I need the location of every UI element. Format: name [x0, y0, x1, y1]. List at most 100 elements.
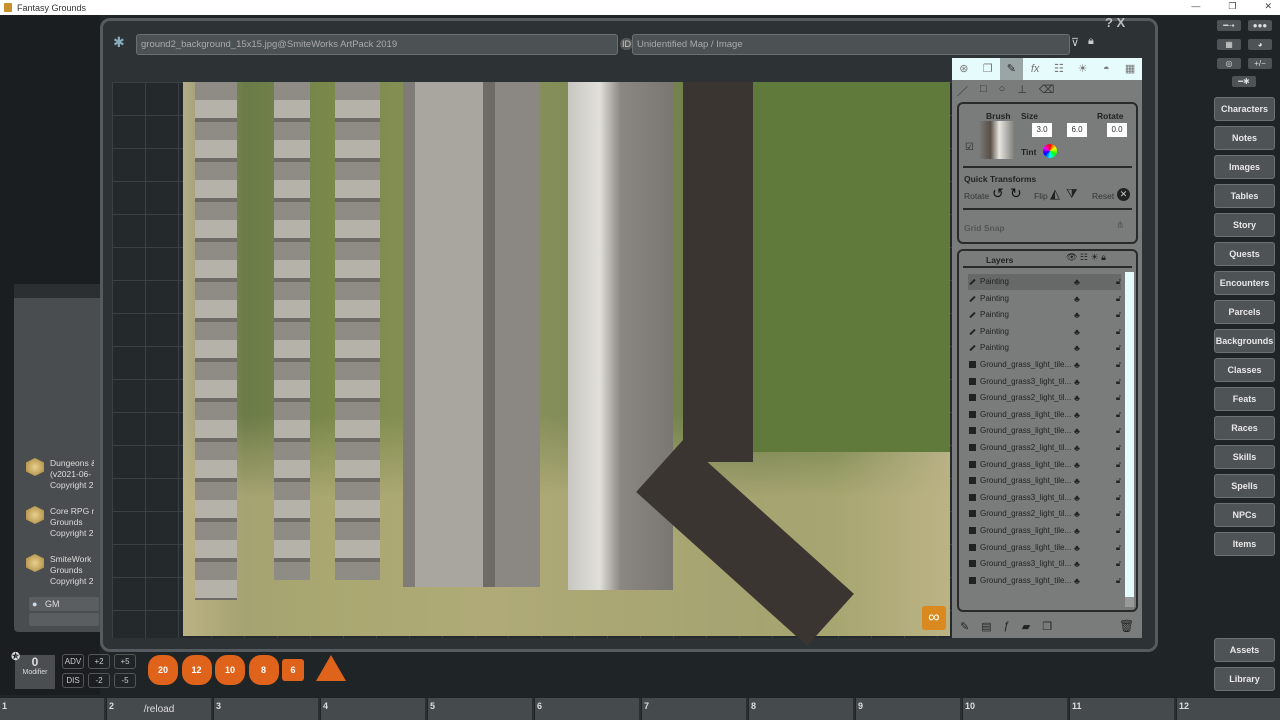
module-item[interactable]: Core RPG rGroundsCopyright 2	[26, 506, 94, 539]
modifier-button[interactable]: -2	[88, 673, 110, 688]
rect-tool-icon[interactable]: □	[980, 83, 987, 99]
layer-item[interactable]: Ground_grass2_light_til...♣🔓︎	[968, 390, 1121, 406]
add-folder-icon[interactable]: ▰	[1022, 620, 1030, 633]
modifier-box[interactable]: 0Modifier	[15, 655, 55, 689]
delete-layer-icon[interactable]: 🗑︎	[1119, 619, 1134, 633]
snowflake-icon[interactable]: ✱	[113, 34, 125, 51]
visibility-icon[interactable]: ♣	[1074, 390, 1080, 406]
hotkey-slot[interactable]: 9	[856, 698, 962, 720]
layers-scrollbar[interactable]	[1125, 272, 1134, 607]
unlock-icon[interactable]: 🔓︎	[1116, 357, 1121, 373]
effects-icon[interactable]: ━✱	[1232, 76, 1256, 87]
visibility-icon[interactable]: ♣	[1074, 307, 1080, 323]
rotate-cw-icon[interactable]: ↻	[1010, 185, 1022, 202]
tab-filter-icon[interactable]: ☷	[1047, 58, 1071, 80]
hotkey-slot[interactable]: 7	[642, 698, 748, 720]
settings-gear-icon[interactable]: ✪	[11, 650, 20, 663]
chat-input[interactable]	[29, 613, 99, 626]
palette-icon[interactable]: ◕	[1248, 39, 1272, 50]
sidebar-tables[interactable]: Tables	[1214, 184, 1275, 208]
visibility-icon[interactable]: ♣	[1074, 457, 1080, 473]
modifier-button[interactable]: -5	[114, 673, 136, 688]
unlock-icon[interactable]: 🔓︎	[1116, 490, 1121, 506]
hotkey-slot[interactable]: 8	[749, 698, 855, 720]
modifier-button[interactable]: ADV	[62, 654, 84, 669]
layer-item[interactable]: Ground_grass_light_tile...♣🔓︎	[968, 523, 1121, 539]
visibility-icon[interactable]: ♣	[1074, 523, 1080, 539]
unlock-icon[interactable]: 🔓︎	[1116, 390, 1121, 406]
modifier-button[interactable]: DIS	[62, 673, 84, 688]
calendar-icon[interactable]: ▦	[1217, 39, 1241, 50]
help-close-buttons[interactable]: ? X	[1105, 15, 1125, 30]
layer-item[interactable]: Ground_grass3_light_til...♣🔓︎	[968, 374, 1121, 390]
layer-item[interactable]: Ground_grass_light_tile...♣🔓︎	[968, 357, 1121, 373]
d4-die-icon[interactable]	[316, 655, 346, 681]
unlock-icon[interactable]: 🔓︎	[1116, 506, 1121, 522]
visibility-icon[interactable]: ♣	[1074, 423, 1080, 439]
sidebar-spells[interactable]: Spells	[1214, 474, 1275, 498]
unlock-icon[interactable]: 🔓︎	[1116, 573, 1121, 589]
sidebar-parcels[interactable]: Parcels	[1214, 300, 1275, 324]
reset-icon[interactable]: ✕	[1117, 188, 1130, 201]
sidebar-skills[interactable]: Skills	[1214, 445, 1275, 469]
sidebar-backgrounds[interactable]: Backgrounds	[1214, 329, 1275, 353]
visibility-icon[interactable]: ♣	[1074, 357, 1080, 373]
layer-item[interactable]: Ground_grass_light_tile...♣🔓︎	[968, 407, 1121, 423]
hotkey-slot[interactable]: 1	[0, 698, 106, 720]
brush-preview[interactable]	[980, 121, 1015, 159]
hotkey-slot[interactable]: 10	[963, 698, 1069, 720]
visibility-icon[interactable]: ♣	[1074, 573, 1080, 589]
brush-tool-icon[interactable]: ／	[957, 83, 968, 99]
visibility-icon[interactable]: ♣	[1074, 291, 1080, 307]
size-height-input[interactable]: 6.0	[1067, 123, 1087, 137]
grid-snap-toggle-icon[interactable]: ⋔	[1116, 220, 1124, 231]
target-icon[interactable]: ◎	[1217, 58, 1241, 69]
sidebar-quests[interactable]: Quests	[1214, 242, 1275, 266]
unlock-icon[interactable]: 🔓︎	[1116, 423, 1121, 439]
tab-effects-icon[interactable]: fx	[1023, 58, 1047, 80]
d6-die-icon[interactable]: 6	[282, 659, 304, 681]
modifier-button[interactable]: +5	[114, 654, 136, 669]
unlock-icon[interactable]: 🔓︎	[1116, 291, 1121, 307]
sidebar-races[interactable]: Races	[1214, 416, 1275, 440]
layer-item[interactable]: Ground_grass_light_tile...♣🔓︎	[968, 540, 1121, 556]
tab-grid-icon[interactable]: ▦	[1118, 58, 1142, 80]
tool-button-1[interactable]: ━⇢	[1217, 20, 1241, 31]
tint-color-picker[interactable]	[1043, 144, 1057, 158]
sidebar-encounters[interactable]: Encounters	[1214, 271, 1275, 295]
layer-item[interactable]: Painting♣🔓︎	[968, 324, 1121, 340]
modifiers-icon[interactable]: +/−	[1248, 58, 1272, 69]
layer-item[interactable]: Painting♣🔓︎	[968, 274, 1121, 290]
layer-item[interactable]: Ground_grass2_light_til...♣🔓︎	[968, 506, 1121, 522]
unlock-icon[interactable]: 🔓︎	[1116, 407, 1121, 423]
visibility-icon[interactable]: ♣	[1074, 506, 1080, 522]
chat-identity[interactable]: ●GM	[29, 597, 99, 611]
visibility-icon[interactable]: ♣	[1074, 490, 1080, 506]
layer-item[interactable]: Painting♣🔓︎	[968, 340, 1121, 356]
layer-item[interactable]: Ground_grass_light_tile...♣🔓︎	[968, 573, 1121, 589]
circle-tool-icon[interactable]: ○	[999, 83, 1006, 99]
close-button[interactable]: ✕	[1264, 1, 1272, 12]
eraser-tool-icon[interactable]: ⌫	[1039, 83, 1055, 99]
layer-item[interactable]: Ground_grass3_light_til...♣🔓︎	[968, 556, 1121, 572]
visibility-icon[interactable]: ♣	[1074, 340, 1080, 356]
d8-die-icon[interactable]: 8	[249, 655, 279, 685]
visibility-icon[interactable]: ♣	[1074, 324, 1080, 340]
visibility-icon[interactable]: ♣	[1074, 473, 1080, 489]
add-image-layer-icon[interactable]: ▤	[981, 620, 991, 633]
pick-brush-icon[interactable]: ☑	[965, 142, 974, 153]
visibility-icon[interactable]: ♣	[1074, 274, 1080, 290]
tab-paint-icon[interactable]: ✎	[1000, 58, 1024, 80]
sidebar-assets[interactable]: Assets	[1214, 638, 1275, 662]
sidebar-characters[interactable]: Characters	[1214, 97, 1275, 121]
layer-item[interactable]: Painting♣🔓︎	[968, 291, 1121, 307]
unlock-icon[interactable]: 🔓︎	[1116, 457, 1121, 473]
party-icon[interactable]: ●●●	[1248, 20, 1272, 31]
unidentified-name-field[interactable]: Unidentified Map / Image	[632, 34, 1070, 55]
modifier-button[interactable]: +2	[88, 654, 110, 669]
add-effect-layer-icon[interactable]: ƒ	[1004, 620, 1010, 633]
sidebar-library[interactable]: Library	[1214, 667, 1275, 691]
sidebar-feats[interactable]: Feats	[1214, 387, 1275, 411]
hotkey-slot[interactable]: 2/reload	[107, 698, 213, 720]
duplicate-layer-icon[interactable]: ❐	[1042, 620, 1052, 633]
